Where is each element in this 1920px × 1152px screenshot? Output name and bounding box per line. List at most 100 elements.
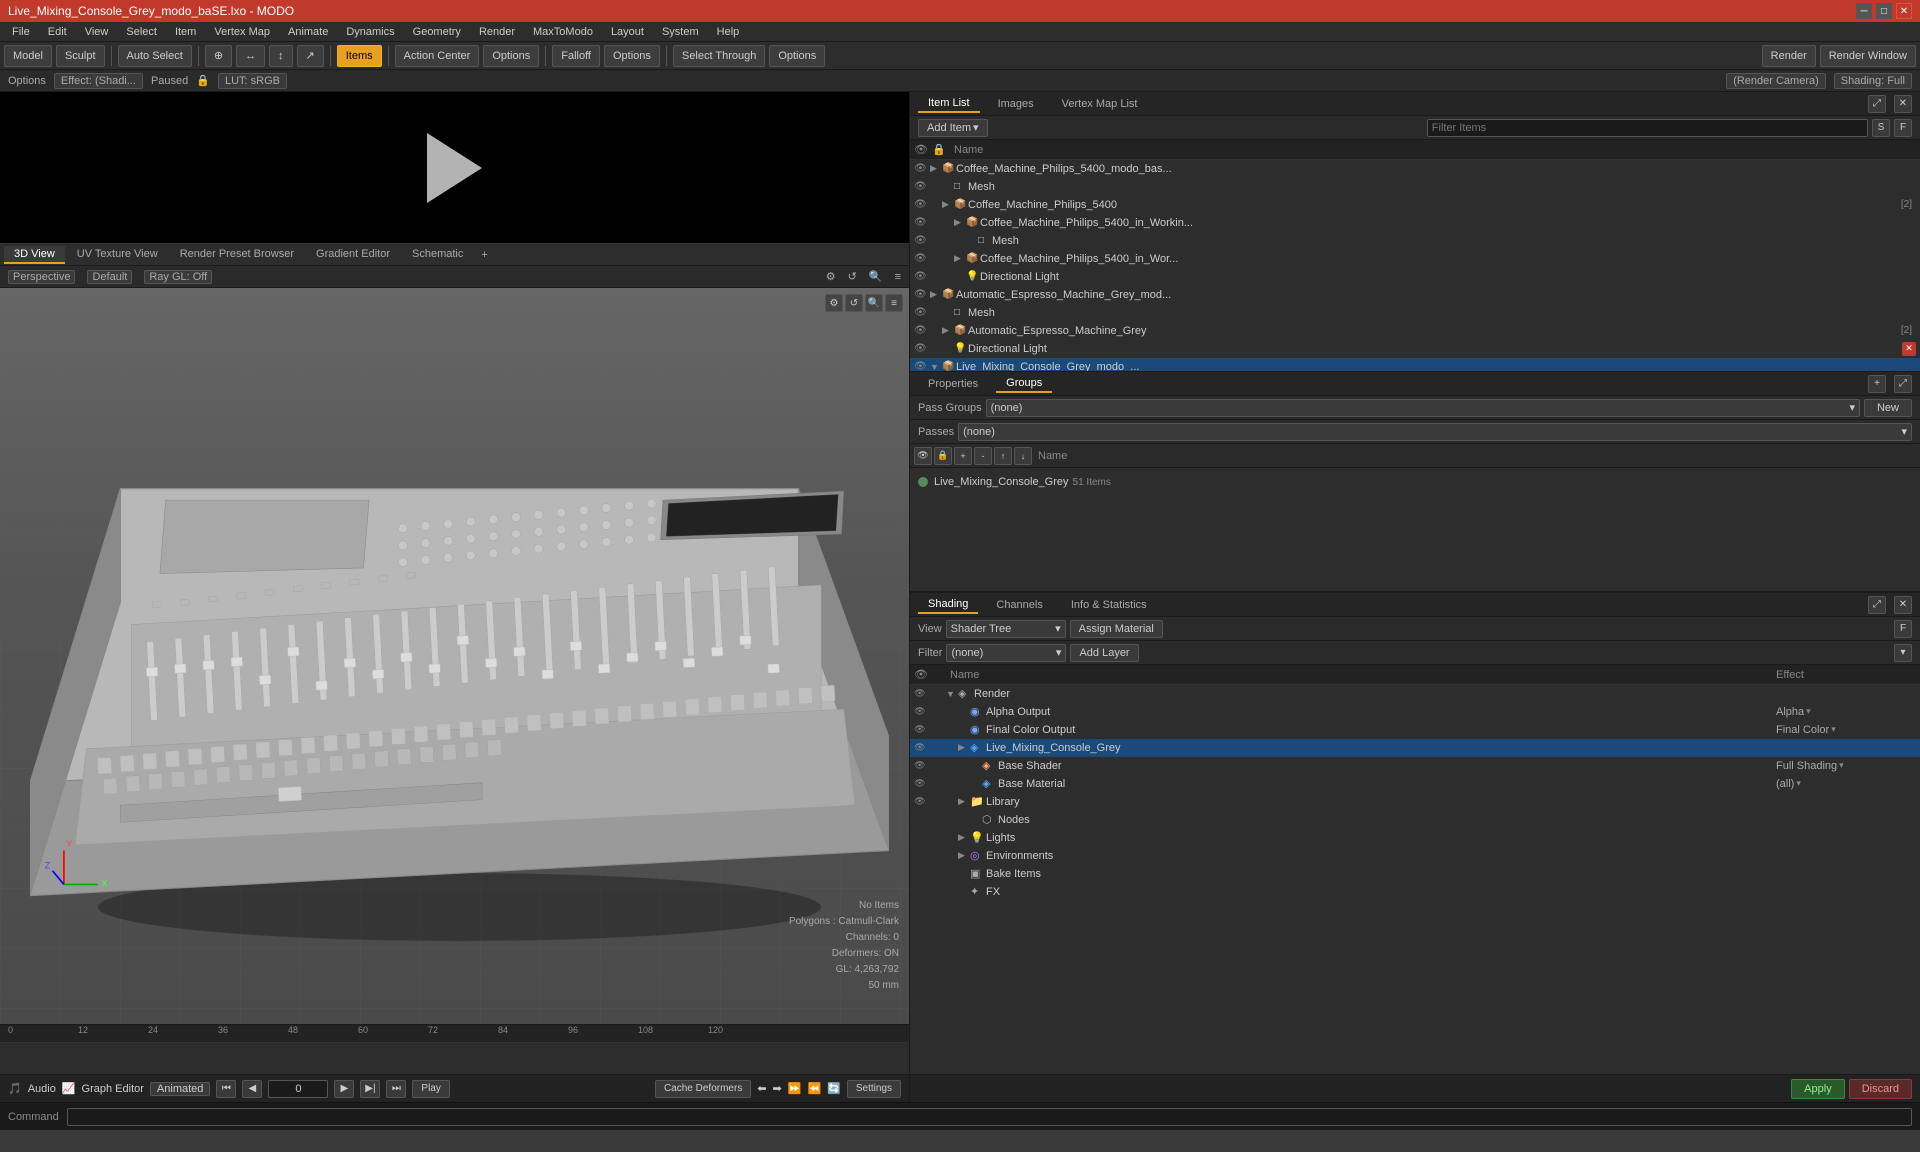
item-expand-icon[interactable]: ▼ <box>930 362 942 372</box>
transform-4-button[interactable]: ↗ <box>297 45 324 67</box>
shading-expand-icon[interactable]: ⤢ <box>1868 596 1886 614</box>
gst-up-btn[interactable]: ↑ <box>994 447 1012 465</box>
auto-select-button[interactable]: Auto Select <box>118 45 192 67</box>
menu-item[interactable]: Item <box>167 24 204 40</box>
list-item[interactable]: 👁 ▼ 📦 Live_Mixing_Console_Grey_modo_... <box>910 358 1920 371</box>
select-through-button[interactable]: Select Through <box>673 45 765 67</box>
gst-eye-btn[interactable]: 👁 <box>914 447 932 465</box>
shade-row-library[interactable]: 👁 ▶ 📁 Library <box>910 793 1920 811</box>
list-item[interactable]: 👁 ▶ 📦 Automatic_Espresso_Machine_Grey_mo… <box>910 286 1920 304</box>
next-frame-button[interactable]: ▶| <box>360 1080 380 1098</box>
menu-help[interactable]: Help <box>709 24 748 40</box>
prev-frame-button[interactable]: ◀ <box>242 1080 262 1098</box>
list-item[interactable]: 👁 ▶ 📦 Automatic_Espresso_Machine_Grey [2… <box>910 322 1920 340</box>
menu-file[interactable]: File <box>4 24 38 40</box>
action-center-button[interactable]: Action Center <box>395 45 480 67</box>
tab-item-list[interactable]: Item List <box>918 95 980 113</box>
item-expand-icon[interactable]: ▶ <box>930 163 942 174</box>
menu-maxcomodo[interactable]: MaxToModo <box>525 24 601 40</box>
shade-row-render[interactable]: 👁 ▼ ◈ Render <box>910 685 1920 703</box>
shade-expand-icon[interactable]: ▶ <box>958 832 970 843</box>
list-item[interactable]: 👁 ▶ 📦 Coffee_Machine_Philips_5400 [2] <box>910 196 1920 214</box>
vp-corner-more[interactable]: ≡ <box>885 294 903 312</box>
tab-channels[interactable]: Channels <box>986 597 1052 613</box>
menu-render[interactable]: Render <box>471 24 523 40</box>
gst-down-btn[interactable]: ↓ <box>1014 447 1032 465</box>
vp-reset-icon[interactable]: ↺ <box>848 270 857 283</box>
ray-gl-label[interactable]: Ray GL: Off <box>144 270 212 284</box>
menu-select[interactable]: Select <box>118 24 165 40</box>
vp-corner-reset[interactable]: ↺ <box>845 294 863 312</box>
options2-button[interactable]: Options <box>604 45 660 67</box>
list-item[interactable]: 👁 □ Mesh <box>910 304 1920 322</box>
shade-expand-icon[interactable]: ▼ <box>946 689 958 699</box>
gst-lock-btn[interactable]: 🔒 <box>934 447 952 465</box>
render-window-button[interactable]: Render Window <box>1820 45 1916 67</box>
new-button[interactable]: New <box>1864 399 1912 417</box>
menu-dynamics[interactable]: Dynamics <box>338 24 402 40</box>
vp-more-icon[interactable]: ≡ <box>895 271 901 283</box>
close-button[interactable]: ✕ <box>1896 3 1912 19</box>
list-item[interactable]: 👁 ▶ 📦 Coffee_Machine_Philips_5400_modo_b… <box>910 160 1920 178</box>
item-list-content[interactable]: 👁 ▶ 📦 Coffee_Machine_Philips_5400_modo_b… <box>910 160 1920 371</box>
gst-add-btn[interactable]: + <box>954 447 972 465</box>
menu-geometry[interactable]: Geometry <box>405 24 469 40</box>
viewport-3d[interactable]: Y X Z No Items Polygons : Catmull-Clark … <box>0 288 909 1024</box>
shade-row-fx[interactable]: ✦ FX <box>910 883 1920 901</box>
menu-animate[interactable]: Animate <box>280 24 336 40</box>
shading-content[interactable]: 👁 ▼ ◈ Render 👁 ◉ Alpha Output Alpha ▾ <box>910 685 1920 1074</box>
animated-dropdown[interactable]: Animated <box>150 1082 210 1096</box>
filter-f-button[interactable]: F <box>1894 119 1912 137</box>
options3-button[interactable]: Options <box>769 45 825 67</box>
menu-edit[interactable]: Edit <box>40 24 75 40</box>
menu-view[interactable]: View <box>77 24 117 40</box>
list-item[interactable]: 👁 □ Mesh <box>910 178 1920 196</box>
tab-groups[interactable]: Groups <box>996 375 1052 393</box>
tab-schematic[interactable]: Schematic <box>402 246 473 264</box>
pass-groups-dropdown[interactable]: (none) ▾ <box>986 399 1860 417</box>
add-layer-button[interactable]: Add Layer <box>1070 644 1138 662</box>
panel-close-icon[interactable]: ✕ <box>1894 95 1912 113</box>
list-item[interactable]: 👁 💡 Directional Light ✕ <box>910 340 1920 358</box>
shade-effect-arrow[interactable]: ▾ <box>1839 760 1844 771</box>
shade-expand-icon[interactable]: ▶ <box>958 796 970 807</box>
discard-button[interactable]: Discard <box>1849 1079 1912 1099</box>
shade-row-base-shader[interactable]: 👁 ◈ Base Shader Full Shading ▾ <box>910 757 1920 775</box>
shade-expand-icon[interactable]: ▶ <box>958 742 970 753</box>
shader-tree-dropdown[interactable]: Shader Tree ▾ <box>946 620 1066 638</box>
tab-shading[interactable]: Shading <box>918 596 978 614</box>
item-remove-button[interactable]: ✕ <box>1902 342 1916 356</box>
list-item[interactable]: 👁 □ Mesh <box>910 232 1920 250</box>
vp-corner-settings[interactable]: ⚙ <box>825 294 843 312</box>
perspective-label[interactable]: Perspective <box>8 270 75 284</box>
shade-row-alpha[interactable]: 👁 ◉ Alpha Output Alpha ▾ <box>910 703 1920 721</box>
props-plus-icon[interactable]: + <box>1868 375 1886 393</box>
shade-row-nodes[interactable]: ⬡ Nodes <box>910 811 1920 829</box>
frame-input[interactable] <box>268 1080 328 1098</box>
skip-start-button[interactable]: ⏮ <box>216 1080 236 1098</box>
shade-row-lights[interactable]: ▶ 💡 Lights <box>910 829 1920 847</box>
expand-icon[interactable]: ⤢ <box>1868 95 1886 113</box>
list-item[interactable]: 👁 ▶ 📦 Coffee_Machine_Philips_5400_in_Wor… <box>910 250 1920 268</box>
vp-settings-icon[interactable]: ⚙ <box>826 270 836 283</box>
vp-corner-search[interactable]: 🔍 <box>865 294 883 312</box>
settings-button[interactable]: Settings <box>847 1080 901 1098</box>
command-input[interactable] <box>67 1108 1912 1126</box>
tab-add-icon[interactable]: + <box>475 249 493 261</box>
falloff-button[interactable]: Falloff <box>552 45 600 67</box>
skip-end-button[interactable]: ⏭ <box>386 1080 406 1098</box>
filter-items-input[interactable] <box>1427 119 1868 137</box>
vp-zoom-icon[interactable]: 🔍 <box>869 270 883 283</box>
tab-images[interactable]: Images <box>988 96 1044 112</box>
tab-3d-view[interactable]: 3D View <box>4 246 65 264</box>
tab-vertex-map[interactable]: Vertex Map List <box>1052 96 1148 112</box>
cache-deformers-button[interactable]: Cache Deformers <box>655 1080 751 1098</box>
transform-3-button[interactable]: ↕ <box>269 45 293 67</box>
shade-row-bake-items[interactable]: ▣ Bake Items <box>910 865 1920 883</box>
tab-properties[interactable]: Properties <box>918 376 988 392</box>
play-pause-button[interactable]: ▶ <box>334 1080 354 1098</box>
apply-button[interactable]: Apply <box>1791 1079 1845 1099</box>
tab-render-preset[interactable]: Render Preset Browser <box>170 246 304 264</box>
shade-row-base-material[interactable]: 👁 ◈ Base Material (all) ▾ <box>910 775 1920 793</box>
items-button[interactable]: Items <box>337 45 382 67</box>
